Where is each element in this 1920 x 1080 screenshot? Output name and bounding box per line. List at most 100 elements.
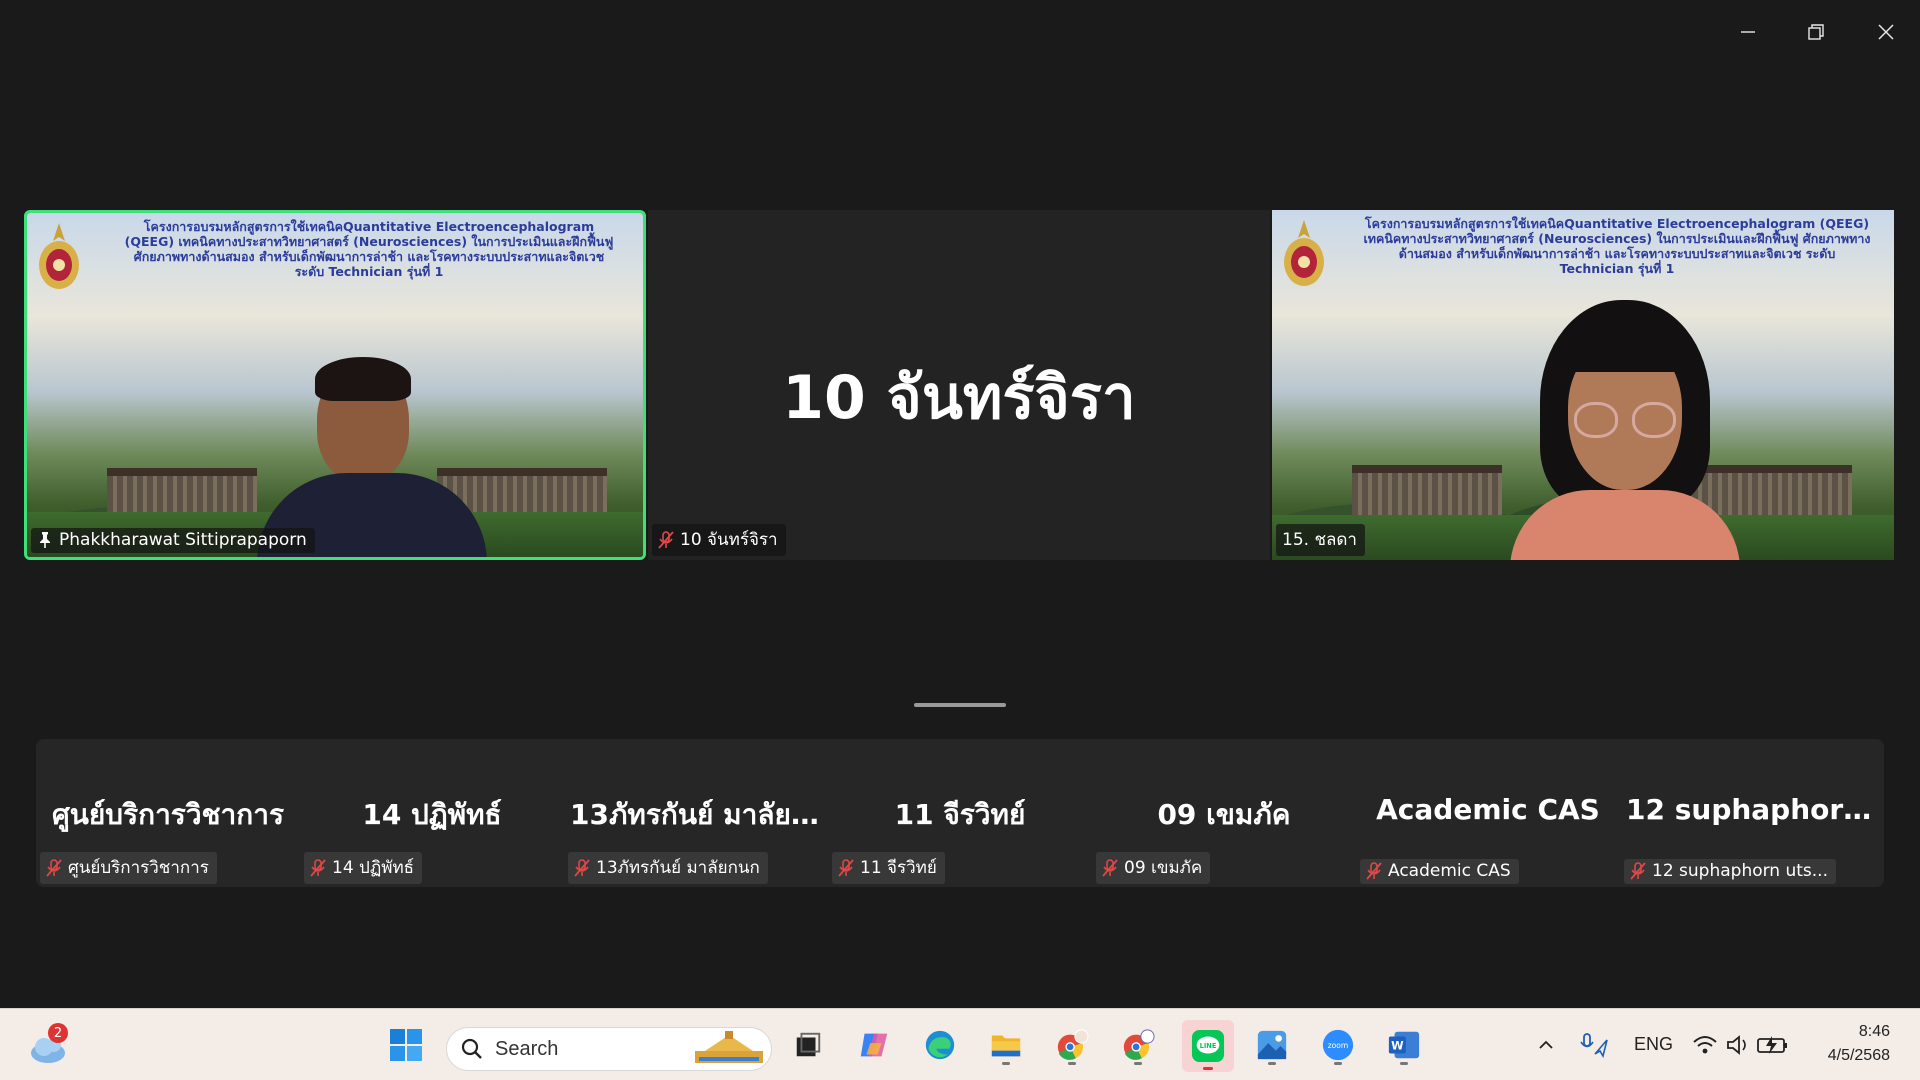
weather-widget[interactable]: 2 bbox=[24, 1019, 74, 1069]
photos-icon bbox=[1257, 1030, 1287, 1060]
start-button[interactable] bbox=[384, 1023, 428, 1067]
close-icon bbox=[1878, 24, 1894, 40]
participant-name-tag: ศูนย์บริการวิชาการ bbox=[40, 852, 217, 884]
notification-badge: 2 bbox=[48, 1023, 68, 1043]
participant-name-tag: 09 เขมภัค bbox=[1096, 852, 1211, 884]
close-button[interactable] bbox=[1862, 10, 1910, 54]
location-mic-indicator[interactable] bbox=[1572, 1023, 1616, 1067]
word-button[interactable]: W bbox=[1382, 1023, 1426, 1067]
muted-mic-icon bbox=[838, 858, 854, 877]
participant-strip: ศูนย์บริการวิชาการ ศูนย์บริการวิชาการ 14 ป… bbox=[36, 739, 1884, 887]
participant-name: 14 ปฏิพัทธ์ bbox=[332, 858, 415, 878]
participant-name-tag: 10 จันทร์จิรา bbox=[652, 524, 786, 556]
zoom-icon: zoom bbox=[1322, 1029, 1354, 1061]
file-explorer-button[interactable] bbox=[984, 1023, 1028, 1067]
participant-name: 10 จันทร์จิรา bbox=[680, 530, 778, 550]
participant-display-name: 11 จีรวิทย์ bbox=[894, 798, 1026, 831]
svg-text:LINE: LINE bbox=[1200, 1042, 1217, 1050]
participant-name: 09 เขมภัค bbox=[1124, 858, 1203, 878]
participant-display-name: ศูนย์บริการวิชาการ bbox=[51, 798, 284, 831]
restore-icon bbox=[1808, 24, 1824, 40]
edge-icon bbox=[925, 1030, 955, 1060]
task-view-button[interactable] bbox=[786, 1023, 830, 1067]
participant-name-tag: 14 ปฏิพัทธ์ bbox=[304, 852, 423, 884]
search-placeholder: Search bbox=[495, 1037, 559, 1060]
participant-display-name: 12 suphaphorn... bbox=[1626, 793, 1884, 826]
participant-name: 15. ชลดา bbox=[1282, 530, 1357, 550]
participant-display-name: 10 จันทร์จิรา bbox=[782, 363, 1136, 433]
chrome-profile-icon bbox=[1057, 1029, 1089, 1060]
clock-date[interactable]: 4/5/2568 bbox=[1804, 1047, 1890, 1065]
edge-button[interactable] bbox=[918, 1023, 962, 1067]
muted-mic-icon bbox=[658, 530, 674, 549]
windows-start-icon bbox=[390, 1029, 422, 1061]
participant-display-name: 14 ปฏิพัทธ์ bbox=[362, 798, 502, 831]
task-view-icon bbox=[796, 1032, 821, 1057]
participant-display-name: Academic CAS bbox=[1376, 793, 1600, 826]
participant-thumbnail[interactable]: 12 suphaphorn... 12 suphaphorn uts... bbox=[1620, 739, 1884, 887]
participant-display-name: 09 เขมภัค bbox=[1157, 798, 1291, 831]
video-tile-participant[interactable]: โครงการอบรมหลักสูตรการใช้เทคนิคQuantitat… bbox=[1272, 210, 1894, 560]
participant-thumbnail[interactable]: ศูนย์บริการวิชาการ ศูนย์บริการวิชาการ bbox=[36, 739, 300, 887]
participant-thumbnail[interactable]: 13ภัทรกันย์ มาลัย... 13ภัทรกันย์ มาลัยกนก bbox=[564, 739, 828, 887]
muted-mic-icon bbox=[574, 858, 590, 877]
battery-charging-icon bbox=[1757, 1036, 1787, 1054]
participant-thumbnail[interactable]: 14 ปฏิพัทธ์ 14 ปฏิพัทธ์ bbox=[300, 739, 564, 887]
copilot-icon bbox=[860, 1033, 888, 1057]
language-indicator[interactable]: ENG bbox=[1634, 1034, 1673, 1055]
video-tile-speaker[interactable]: โครงการอบรมหลักสูตรการใช้เทคนิคQuantitat… bbox=[24, 210, 646, 560]
svg-text:W: W bbox=[1391, 1039, 1404, 1053]
participant-name: 12 suphaphorn uts... bbox=[1652, 861, 1828, 881]
resize-handle[interactable] bbox=[914, 703, 1006, 707]
participant-name: Phakkharawat Sittiprapaporn bbox=[59, 530, 307, 550]
participant-thumbnail[interactable]: 11 จีรวิทย์ 11 จีรวิทย์ bbox=[828, 739, 1092, 887]
background-header-text: โครงการอบรมหลักสูตรการใช้เทคนิคQuantitat… bbox=[124, 219, 614, 279]
chrome-cas-button[interactable] bbox=[1116, 1023, 1160, 1067]
search-highlight-temple-icon bbox=[695, 1031, 763, 1063]
wifi-icon bbox=[1693, 1036, 1717, 1054]
copilot-button[interactable] bbox=[852, 1023, 896, 1067]
participant-name-tag: Phakkharawat Sittiprapaporn bbox=[31, 528, 315, 553]
muted-mic-icon bbox=[1102, 858, 1118, 877]
muted-mic-icon bbox=[310, 858, 326, 877]
participant-name: Academic CAS bbox=[1388, 861, 1511, 881]
chrome-profile-button[interactable] bbox=[1050, 1023, 1094, 1067]
clock-time[interactable]: 8:46 bbox=[1804, 1023, 1890, 1041]
participant-name-tag: 12 suphaphorn uts... bbox=[1624, 859, 1836, 884]
file-explorer-icon bbox=[991, 1035, 1021, 1057]
participant-name: ศูนย์บริการวิชาการ bbox=[68, 858, 209, 878]
muted-mic-icon bbox=[46, 858, 62, 877]
zoom-meeting-window: โครงการอบรมหลักสูตรการใช้เทคนิคQuantitat… bbox=[0, 0, 1920, 1080]
photos-button[interactable] bbox=[1250, 1023, 1294, 1067]
windows-taskbar: 2 Search LINE zoom W ENG 8:46 4/5/2568 bbox=[0, 1008, 1920, 1080]
muted-mic-icon bbox=[1366, 862, 1382, 880]
svg-text:zoom: zoom bbox=[1328, 1041, 1349, 1050]
search-icon bbox=[461, 1038, 482, 1059]
show-hidden-icons-button[interactable] bbox=[1524, 1023, 1568, 1067]
participant-display-name: 13ภัทรกันย์ มาลัย... bbox=[570, 798, 823, 831]
search-box[interactable]: Search bbox=[446, 1027, 772, 1071]
volume-icon bbox=[1727, 1035, 1746, 1055]
line-button[interactable]: LINE bbox=[1182, 1020, 1234, 1072]
minimize-button[interactable] bbox=[1724, 10, 1772, 54]
background-header-text: โครงการอบรมหลักสูตรการใช้เทคนิคQuantitat… bbox=[1363, 216, 1871, 276]
participant-name-tag: 11 จีรวิทย์ bbox=[832, 852, 945, 884]
chrome-cas-icon bbox=[1123, 1029, 1155, 1060]
line-icon: LINE bbox=[1191, 1029, 1225, 1063]
network-volume-battery-group[interactable] bbox=[1690, 1023, 1794, 1067]
chevron-up-icon bbox=[1539, 1040, 1553, 1049]
word-icon: W bbox=[1388, 1031, 1420, 1059]
participant-name-tag: Academic CAS bbox=[1360, 859, 1519, 884]
muted-mic-icon bbox=[1630, 862, 1646, 880]
zoom-button[interactable]: zoom bbox=[1316, 1023, 1360, 1067]
minimize-icon bbox=[1741, 31, 1755, 33]
video-tile-avatar[interactable]: 10 จันทร์จิรา 10 จันทร์จิรา bbox=[648, 210, 1270, 560]
participant-name: 11 จีรวิทย์ bbox=[860, 858, 937, 878]
participant-thumbnail[interactable]: Academic CAS Academic CAS bbox=[1356, 739, 1620, 887]
participant-name-tag: 13ภัทรกันย์ มาลัยกนก bbox=[568, 852, 768, 884]
participant-thumbnail[interactable]: 09 เขมภัค 09 เขมภัค bbox=[1092, 739, 1356, 887]
restore-button[interactable] bbox=[1792, 10, 1840, 54]
pin-icon bbox=[40, 532, 50, 548]
participant-name-tag: 15. ชลดา bbox=[1276, 524, 1365, 556]
microphone-location-icon bbox=[1580, 1033, 1608, 1058]
